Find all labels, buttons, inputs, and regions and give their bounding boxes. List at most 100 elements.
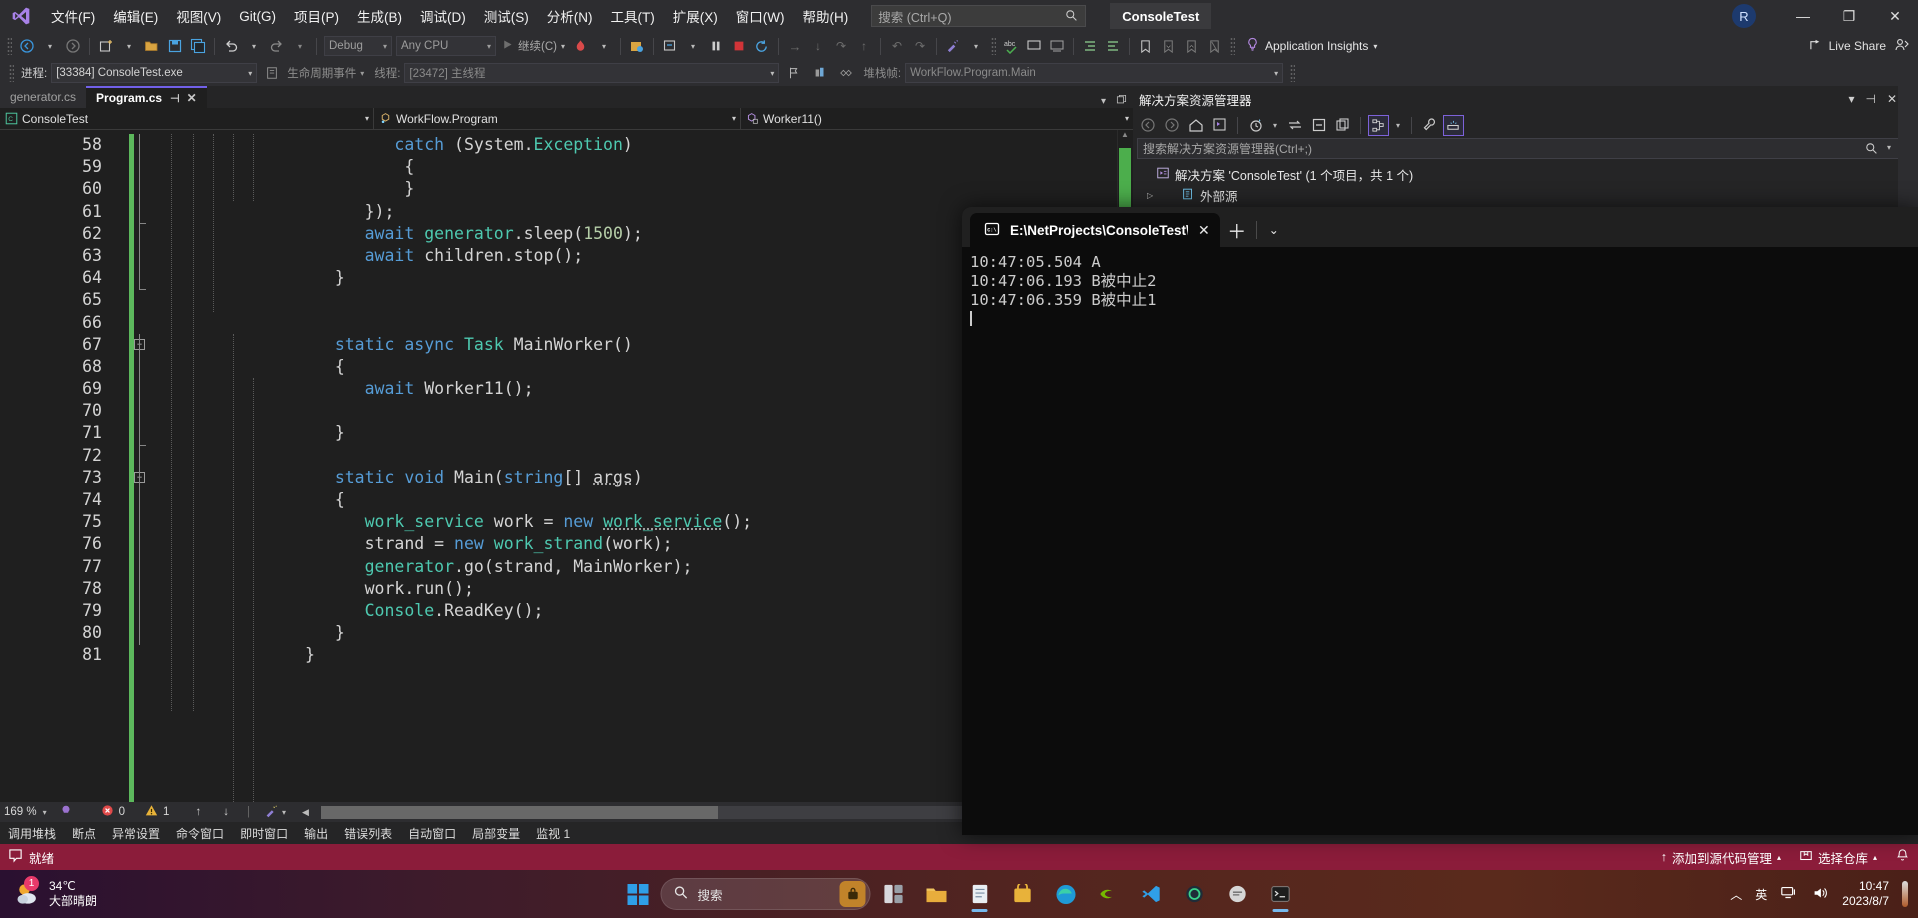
close-tab-icon[interactable]: ✕ (187, 91, 197, 105)
thread-marker-icon[interactable] (809, 62, 831, 84)
menu-extensions[interactable]: 扩展(X) (664, 0, 727, 32)
close-panel-icon[interactable]: ✕ (1887, 92, 1897, 106)
ime-indicator[interactable]: 英 (1755, 886, 1767, 903)
network-icon[interactable] (1780, 884, 1798, 905)
flag-icon[interactable] (783, 62, 805, 84)
close-tab-icon[interactable]: ✕ (1198, 222, 1210, 239)
zoom-dropdown-icon[interactable]: ▾ (43, 808, 47, 817)
configuration-dropdown[interactable]: Debug ▾ (324, 36, 392, 56)
pin-tab-icon[interactable]: ⊣ (170, 92, 180, 105)
taskbar-app-edge[interactable] (1046, 874, 1086, 914)
navigate-backward-dropdown-icon[interactable]: ▾ (39, 35, 61, 57)
taskbar-app-widgets[interactable] (874, 874, 914, 914)
save-all-icon[interactable] (187, 35, 209, 57)
maximize-button[interactable]: ❐ (1826, 0, 1872, 32)
taskbar-search-input[interactable]: 搜索 (660, 878, 871, 910)
zoom-level[interactable]: 169 % (4, 806, 37, 818)
debug-window-tab-0[interactable]: 调用堆栈 (0, 822, 64, 844)
menu-test[interactable]: 测试(S) (475, 0, 538, 32)
code-cleanup-icon[interactable] (942, 35, 964, 57)
menu-tools[interactable]: 工具(T) (602, 0, 664, 32)
debug-window-tab-5[interactable]: 输出 (296, 822, 336, 844)
menu-git[interactable]: Git(G) (230, 0, 285, 32)
lifecycle-events-icon[interactable] (261, 62, 283, 84)
new-project-dropdown-icon[interactable]: ▾ (118, 35, 140, 57)
new-project-icon[interactable] (95, 35, 117, 57)
live-share-button[interactable]: Live Share (1809, 37, 1886, 55)
select-repository-button[interactable]: 选择仓库 ▴ (1799, 848, 1877, 867)
menu-debug[interactable]: 调试(D) (411, 0, 475, 32)
redo-icon[interactable] (266, 35, 288, 57)
debug-window-tab-6[interactable]: 错误列表 (336, 822, 400, 844)
uncomment-icon[interactable] (1046, 35, 1068, 57)
close-button[interactable]: ✕ (1872, 0, 1918, 32)
hscroll-left-icon[interactable]: ◀ (302, 807, 309, 818)
warning-count-group[interactable]: 1 (145, 804, 169, 820)
pending-changes-icon[interactable] (1245, 115, 1266, 136)
search-options-dropdown-icon[interactable]: ▾ (1887, 143, 1891, 152)
show-all-files2-icon[interactable] (1332, 115, 1353, 136)
taskbar-weather-widget[interactable]: 1 34℃ 大部晴朗 (0, 876, 97, 909)
windows-terminal-window[interactable]: C:\ E:\NetProjects\ConsoleTest\C ✕ ＋ ⌄ 1… (962, 207, 1918, 835)
continue-button[interactable]: 继续(C) ▾ (497, 38, 569, 54)
taskbar-app-nvidia[interactable] (1089, 874, 1129, 914)
solution-explorer-search-input[interactable]: 搜索解决方案资源管理器(Ctrl+;) ▾ (1137, 138, 1899, 159)
step-into-icon[interactable]: ↓ (807, 35, 829, 57)
outlining-column[interactable]: − − (134, 130, 156, 802)
bell-icon[interactable] (1895, 848, 1910, 866)
tab-program-cs[interactable]: Program.cs ⊣ ✕ (86, 86, 207, 108)
step-out-icon[interactable]: ↑ (853, 35, 875, 57)
debug-window-tab-8[interactable]: 局部变量 (464, 822, 528, 844)
show-next-statement-icon[interactable] (659, 35, 681, 57)
forward-icon[interactable] (1161, 115, 1182, 136)
quick-search-input[interactable]: 搜索 (Ctrl+Q) (871, 5, 1087, 27)
application-insights-button[interactable]: Application Insights ▾ (1245, 37, 1377, 55)
debug-window-tab-3[interactable]: 命令窗口 (168, 822, 232, 844)
next-issue-icon[interactable]: ↓ (223, 806, 229, 818)
hot-reload-dropdown-icon[interactable]: ▾ (593, 35, 615, 57)
clear-bookmarks-icon[interactable] (1204, 35, 1226, 57)
menu-edit[interactable]: 编辑(E) (104, 0, 167, 32)
platform-dropdown[interactable]: Any CPU ▾ (396, 36, 496, 56)
menu-window[interactable]: 窗口(W) (727, 0, 794, 32)
home-icon[interactable] (1185, 115, 1206, 136)
volume-icon[interactable] (1811, 884, 1829, 905)
sync-with-active-document-icon[interactable] (1284, 115, 1305, 136)
tab-overflow-icon[interactable]: ▾ (1101, 96, 1106, 107)
navbar-member-dropdown[interactable]: Worker11() ▾ (741, 108, 1133, 130)
debug-window-tab-2[interactable]: 异常设置 (104, 822, 168, 844)
navigate-backward-icon[interactable] (16, 35, 38, 57)
taskbar-clock[interactable]: 10:47 2023/8/7 (1842, 879, 1889, 909)
tree-node-external-sources[interactable]: ▷ 外部源 (1133, 185, 1903, 206)
terminal-dropdown-icon[interactable]: ⌄ (1259, 213, 1289, 247)
view-class-diagram-icon[interactable] (1368, 114, 1389, 136)
code-cleanup-dropdown-icon[interactable]: ▾ (965, 35, 987, 57)
navigate-forward-icon[interactable] (62, 35, 84, 57)
redo-dropdown-icon[interactable]: ▾ (289, 35, 311, 57)
pause-icon[interactable] (705, 35, 727, 57)
code-line[interactable]: } (156, 178, 1133, 200)
undo-icon[interactable] (220, 35, 242, 57)
menu-build[interactable]: 生成(B) (348, 0, 411, 32)
next-bookmark-icon[interactable]: ↷ (909, 35, 931, 57)
code-line[interactable]: catch (System.Exception) (156, 134, 1133, 156)
previous-issue-icon[interactable]: ↑ (195, 806, 201, 818)
taskbar-app-vscode[interactable] (1132, 874, 1172, 914)
taskbar-app-notepad[interactable] (960, 874, 1000, 914)
collapse-all-icon[interactable] (1308, 115, 1329, 136)
pin-panel-icon[interactable]: ⊣ (1865, 92, 1875, 106)
process-dropdown[interactable]: [33384] ConsoleTest.exe ▾ (51, 63, 258, 83)
debugbar-grip[interactable] (9, 64, 14, 82)
view-dropdown-icon[interactable]: ▾ (1392, 115, 1404, 136)
notification-center-icon[interactable] (1902, 881, 1908, 907)
stop-icon[interactable] (728, 35, 750, 57)
panel-menu-icon[interactable]: ▾ (1848, 92, 1854, 106)
toolbar-grip[interactable] (1229, 37, 1235, 55)
show-next-dropdown-icon[interactable]: ▾ (682, 35, 704, 57)
menu-project[interactable]: 项目(P) (285, 0, 348, 32)
account-avatar[interactable]: R (1732, 4, 1756, 28)
back-icon[interactable] (1137, 115, 1158, 136)
tree-node-solution[interactable]: 解决方案 'ConsoleTest' (1 个项目，共 1 个) (1133, 164, 1903, 185)
stackframe-dropdown[interactable]: WorkFlow.Program.Main ▾ (905, 63, 1284, 83)
undo-dropdown-icon[interactable]: ▾ (243, 35, 265, 57)
